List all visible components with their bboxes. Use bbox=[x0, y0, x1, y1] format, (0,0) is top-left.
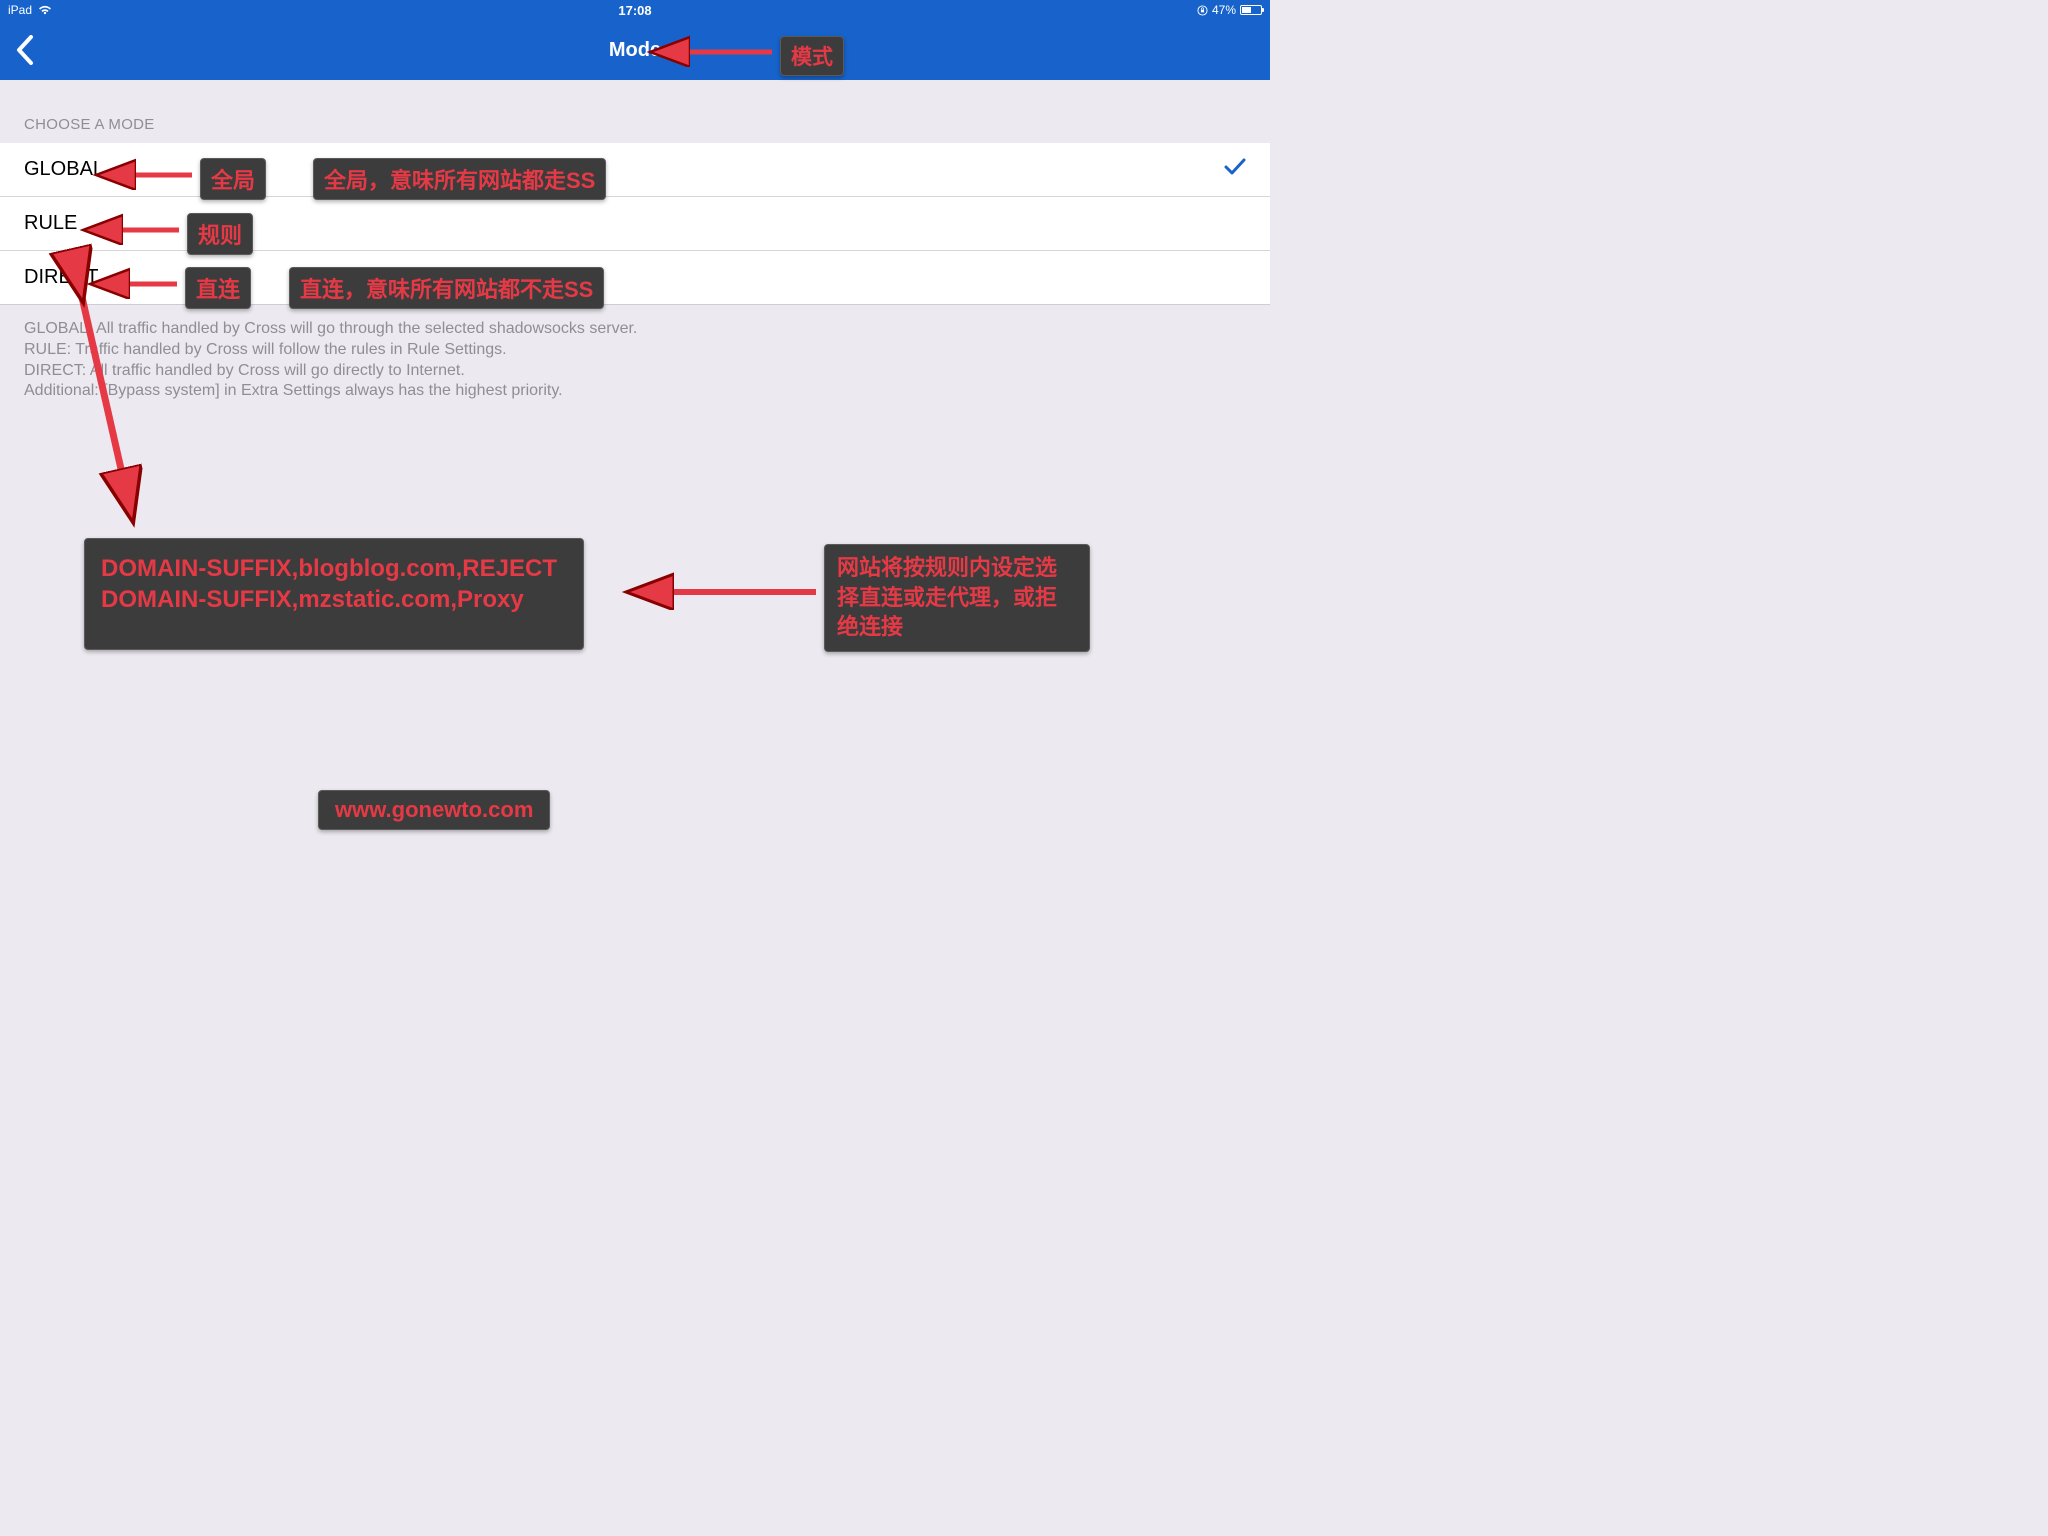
annotation-direct-desc: 直连，意味所有网站都不走SS bbox=[289, 267, 604, 309]
content-area: CHOOSE A MODE GLOBAL RULE DIRECT GLOBAL:… bbox=[0, 80, 1270, 952]
orientation-lock-icon bbox=[1197, 5, 1208, 16]
wifi-icon bbox=[38, 5, 52, 15]
page-title: Mode bbox=[0, 39, 1270, 62]
battery-percent: 47% bbox=[1212, 3, 1236, 17]
back-button[interactable] bbox=[0, 20, 50, 80]
annotation-global-desc: 全局，意味所有网站都走SS bbox=[313, 158, 606, 200]
nav-bar: Mode bbox=[0, 20, 1270, 80]
checkmark-icon bbox=[1224, 158, 1246, 182]
mode-option-global[interactable]: GLOBAL bbox=[0, 143, 1270, 197]
footer-line: RULE: Traffic handled by Cross will foll… bbox=[24, 340, 1246, 361]
annotation-watermark: www.gonewto.com bbox=[318, 790, 550, 830]
annotation-rule-label: 规则 bbox=[187, 213, 253, 255]
device-label: iPad bbox=[8, 3, 32, 17]
annotation-rule-example-line: DOMAIN-SUFFIX,mzstatic.com,Proxy bbox=[101, 584, 567, 615]
section-footer: GLOBAL: All traffic handled by Cross wil… bbox=[0, 305, 1270, 416]
annotation-rule-desc: 网站将按规则内设定选择直连或走代理，或拒绝连接 bbox=[824, 544, 1090, 652]
section-header: CHOOSE A MODE bbox=[0, 80, 1270, 143]
annotation-mode: 模式 bbox=[780, 36, 844, 76]
annotation-global-label: 全局 bbox=[200, 158, 266, 200]
footer-line: GLOBAL: All traffic handled by Cross wil… bbox=[24, 319, 1246, 340]
status-bar: iPad 17:08 47% bbox=[0, 0, 1270, 20]
annotation-direct-label: 直连 bbox=[185, 267, 251, 309]
footer-line: Additional: [Bypass system] in Extra Set… bbox=[24, 381, 1246, 402]
battery-icon bbox=[1240, 5, 1262, 15]
status-time: 17:08 bbox=[426, 3, 844, 18]
footer-line: DIRECT: All traffic handled by Cross wil… bbox=[24, 361, 1246, 382]
annotation-rule-example: DOMAIN-SUFFIX,blogblog.com,REJECT DOMAIN… bbox=[84, 538, 584, 650]
annotation-rule-example-line: DOMAIN-SUFFIX,blogblog.com,REJECT bbox=[101, 553, 567, 584]
